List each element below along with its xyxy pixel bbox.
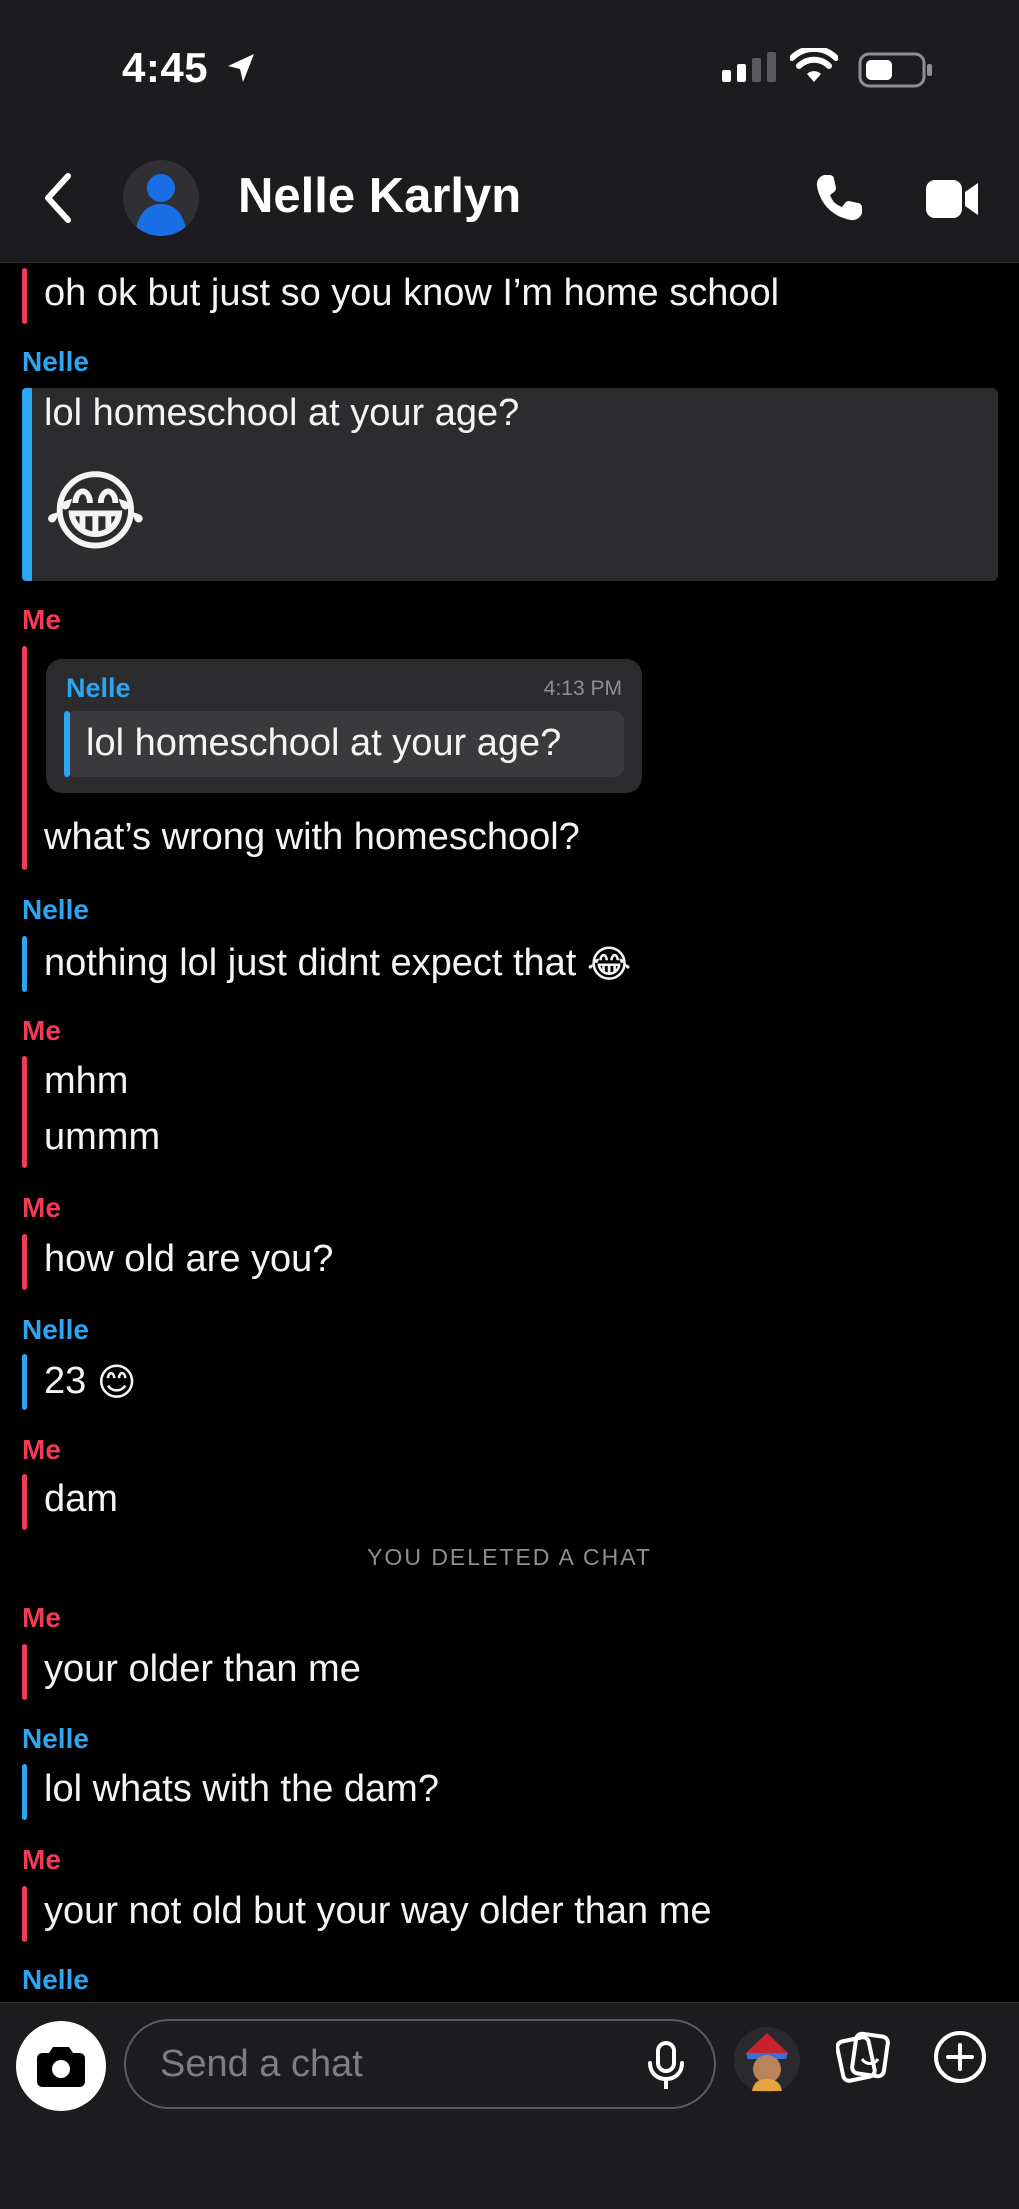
sender-label: Nelle (22, 1964, 89, 1995)
sender-label: Nelle (22, 1723, 89, 1754)
message-list[interactable]: oh ok but just so you know I’m home scho… (0, 264, 1019, 2002)
wifi-icon (790, 48, 838, 82)
message-text-part: nothing lol just didnt expect that (44, 942, 577, 984)
cellular-signal-icon (722, 52, 776, 82)
smiling-emoji: 😊 (96, 1362, 137, 1405)
message-text[interactable]: your older than me (44, 1648, 361, 1691)
me-bar (22, 1644, 27, 1700)
chat-input[interactable]: Send a chat (124, 2019, 716, 2109)
sender-label: Me (22, 1434, 61, 1465)
contact-avatar[interactable] (123, 160, 199, 236)
quoted-reply[interactable]: Nelle 4:13 PM lol homeschool at your age… (46, 659, 642, 793)
sender-label: Me (22, 1602, 61, 1633)
message-text[interactable]: oh ok but just so you know I’m home scho… (44, 272, 779, 315)
location-arrow-icon (228, 54, 254, 82)
quote-timestamp: 4:13 PM (543, 677, 622, 700)
camera-button[interactable] (16, 2021, 106, 2111)
message-text[interactable]: ummm (44, 1116, 160, 1159)
chat-title[interactable]: Nelle Karlyn (238, 168, 521, 224)
message-text[interactable]: dam (44, 1478, 118, 1521)
sender-label: Nelle (22, 1314, 89, 1345)
message-text[interactable]: your not old but your way older than me (44, 1890, 712, 1933)
add-circle-icon[interactable] (932, 2029, 988, 2085)
message-text[interactable]: mhm (44, 1060, 128, 1103)
nelle-bar (22, 1764, 27, 1820)
quote-text: lol homeschool at your age? (86, 722, 562, 764)
message-text[interactable]: 23 😊 (44, 1360, 136, 1405)
sender-label: Nelle (22, 346, 89, 377)
me-bar (22, 1234, 27, 1290)
battery-icon (858, 52, 932, 88)
me-bar (22, 1056, 27, 1168)
message-text[interactable]: lol homeschool at your age? (44, 392, 519, 435)
me-bar (22, 646, 27, 870)
laughing-emoji: 😂 (586, 944, 632, 987)
bitmoji-avatar-icon[interactable] (732, 2025, 802, 2095)
nelle-bar (22, 936, 27, 992)
message-text[interactable]: lol whats with the dam? (44, 1768, 439, 1811)
message-text[interactable]: how old are you? (44, 1238, 333, 1281)
nelle-bar (22, 388, 32, 581)
quote-body: lol homeschool at your age? (64, 711, 624, 777)
laughing-emoji: 😂 (44, 462, 147, 561)
phone-call-icon[interactable] (813, 172, 865, 224)
chat-composer-bar: Send a chat (0, 2002, 1019, 2209)
quote-sender: Nelle (66, 673, 131, 703)
sticker-icon[interactable] (836, 2029, 890, 2083)
back-chevron-icon[interactable] (40, 172, 76, 224)
microphone-icon[interactable] (644, 2041, 688, 2091)
me-bar (22, 268, 27, 324)
sender-label: Me (22, 1192, 61, 1223)
sender-label: Me (22, 1844, 61, 1875)
me-bar (22, 1886, 27, 1942)
me-bar (22, 1474, 27, 1530)
sender-label: Nelle (22, 894, 89, 925)
top-bar: 4:45 Nelle Karlyn (0, 0, 1019, 263)
camera-icon (37, 2047, 85, 2087)
message-text-part: 23 (44, 1360, 87, 1402)
person-silhouette-icon (135, 174, 187, 236)
system-notice: YOU DELETED A CHAT (367, 1544, 652, 1570)
sender-label: Me (22, 1015, 61, 1046)
status-time: 4:45 (122, 44, 209, 91)
sender-label: Me (22, 604, 61, 635)
quote-bar (64, 711, 70, 777)
video-call-icon[interactable] (924, 178, 980, 220)
chat-input-placeholder: Send a chat (160, 2043, 363, 2085)
message-text[interactable]: what’s wrong with homeschool? (44, 816, 580, 859)
nelle-bar (22, 1354, 27, 1410)
message-text[interactable]: nothing lol just didnt expect that 😂 (44, 942, 631, 987)
